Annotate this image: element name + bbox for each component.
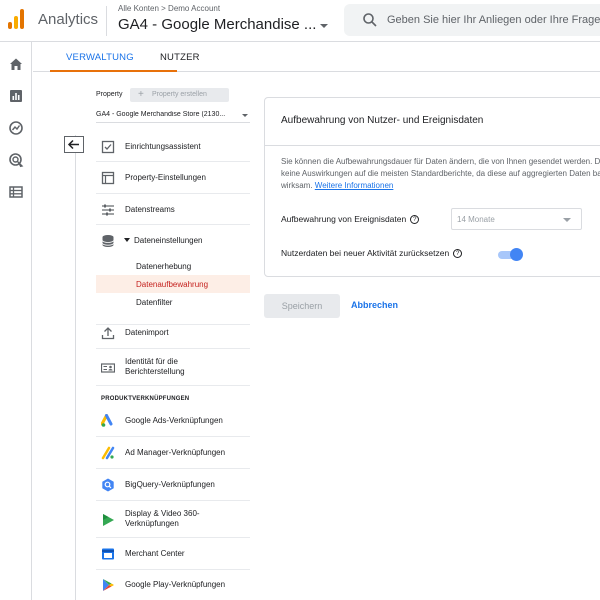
nav-item-label: Datenstreams: [125, 205, 175, 214]
google-ads-icon: [101, 414, 113, 427]
arrow-left-icon: [67, 139, 79, 150]
explore-icon[interactable]: [8, 120, 24, 136]
admin-tabs: VERWALTUNG NUTZER: [33, 42, 600, 72]
sub-item-data-retention[interactable]: Datenaufbewahrung: [136, 280, 208, 289]
event-retention-row: Aufbewahrung von Ereignisdaten?: [281, 214, 420, 225]
nav-item-label: BigQuery-Verknüpfungen: [125, 480, 215, 489]
nav-item-data-streams[interactable]: Datenstreams: [96, 194, 250, 225]
event-retention-value: 14 Monate: [457, 215, 495, 224]
reset-user-data-row: Nutzerdaten bei neuer Aktivität zurückse…: [281, 248, 463, 259]
reset-user-data-label: Nutzerdaten bei neuer Aktivität zurückse…: [281, 248, 450, 258]
app-name[interactable]: Analytics: [38, 11, 98, 28]
description-line-1: Sie können die Aufbewahrungsdauer für Da…: [281, 157, 600, 166]
ad-manager-icon: [101, 446, 115, 460]
header-divider: [106, 6, 107, 36]
streams-icon: [102, 204, 114, 216]
reset-user-data-toggle[interactable]: [498, 248, 524, 261]
nav-item-dv360-links[interactable]: Display & Video 360-Verknüpfungen: [96, 501, 250, 538]
property-label: Property: [96, 91, 123, 98]
nav-item-reporting-identity[interactable]: Identität für die Berichterstellung: [96, 349, 250, 386]
merchant-center-icon: [102, 548, 114, 560]
property-title[interactable]: GA4 - Google Merchandise ...: [118, 16, 316, 33]
save-button[interactable]: Speichern: [264, 294, 340, 318]
analytics-logo-icon[interactable]: [6, 9, 26, 29]
nav-item-data-import[interactable]: Datenimport: [96, 317, 250, 349]
configure-icon[interactable]: [8, 184, 24, 200]
dv360-icon: [103, 514, 114, 526]
nav-item-label: Google Play-Verknüpfungen: [125, 580, 226, 589]
settings-page-icon: [101, 171, 115, 185]
reports-icon[interactable]: [8, 88, 24, 104]
search-icon: [363, 13, 377, 27]
chevron-down-icon: [563, 218, 571, 222]
nav-item-property-settings[interactable]: Property-Einstellungen: [96, 162, 250, 194]
nav-item-label: Property-Einstellungen: [125, 173, 206, 182]
identity-icon: [101, 363, 115, 373]
nav-item-label: Dateneinstellungen: [134, 236, 203, 245]
advertising-icon[interactable]: [8, 152, 24, 168]
search-placeholder: Geben Sie hier Ihr Anliegen oder Ihre Fr…: [387, 14, 600, 26]
chevron-down-icon: [242, 114, 248, 117]
back-button[interactable]: [64, 136, 84, 153]
search-input[interactable]: Geben Sie hier Ihr Anliegen oder Ihre Fr…: [344, 4, 600, 36]
help-icon[interactable]: ?: [410, 215, 420, 225]
toggle-knob: [510, 248, 523, 261]
nav-divider-line: [75, 135, 76, 600]
nav-item-label: Google Ads-Verknüpfungen: [125, 416, 223, 425]
section-heading: PRODUKTVERKNÜPFUNGEN: [101, 396, 190, 402]
nav-item-ad-manager-links[interactable]: Ad Manager-Verknüpfungen: [96, 437, 250, 469]
event-retention-select[interactable]: 14 Monate: [451, 208, 582, 230]
create-property-button[interactable]: + Property erstellen: [130, 88, 229, 102]
more-info-link[interactable]: Weitere Informationen: [315, 181, 394, 190]
caret-down-icon: [124, 238, 130, 242]
event-retention-label: Aufbewahrung von Ereignisdaten: [281, 214, 407, 224]
nav-item-label: Ad Manager-Verknüpfungen: [125, 448, 226, 457]
tab-nutzer[interactable]: NUTZER: [160, 52, 200, 63]
description-line-3: wirksam.: [281, 181, 313, 190]
nav-item-google-ads-links[interactable]: Google Ads-Verknüpfungen: [96, 405, 250, 437]
nav-item-label: Datenimport: [125, 328, 169, 337]
google-play-icon: [103, 579, 114, 591]
bigquery-icon: [102, 478, 114, 492]
left-rail: [0, 42, 32, 600]
chevron-down-icon[interactable]: [320, 24, 328, 28]
top-bar: Analytics Alle Konten > Demo Account GA4…: [0, 0, 600, 42]
admin-nav: Property + Property erstellen GA4 - Goog…: [33, 73, 263, 600]
active-tab-indicator: [50, 70, 177, 72]
checklist-icon: [101, 140, 115, 154]
card-description: Sie können die Aufbewahrungsdauer für Da…: [281, 156, 600, 192]
description-line-2: keine Auswirkungen auf die meisten Stand…: [281, 169, 600, 178]
nav-item-setup-assistant[interactable]: Einrichtungsassistent: [96, 132, 250, 162]
nav-item-label: Merchant Center: [125, 549, 185, 558]
create-property-label: Property erstellen: [152, 91, 207, 98]
tab-verwaltung[interactable]: VERWALTUNG: [66, 52, 134, 63]
plus-icon: +: [138, 89, 144, 100]
sub-item-data-filters[interactable]: Datenfilter: [136, 298, 172, 307]
help-icon[interactable]: ?: [453, 249, 463, 259]
database-icon: [102, 235, 114, 247]
nav-item-label: Display & Video 360-Verknüpfungen: [125, 509, 200, 528]
home-icon[interactable]: [8, 56, 24, 72]
nav-item-google-play-links[interactable]: Google Play-Verknüpfungen: [96, 570, 250, 600]
property-select-value: GA4 - Google Merchandise Store (2130...: [96, 111, 226, 118]
nav-item-label: Einrichtungsassistent: [125, 142, 201, 151]
nav-item-merchant-center[interactable]: Merchant Center: [96, 538, 250, 570]
sub-item-data-collection[interactable]: Datenerhebung: [136, 262, 191, 271]
card-divider: [265, 145, 600, 146]
nav-item-label: Identität für die Berichterstellung: [125, 357, 185, 376]
breadcrumb[interactable]: Alle Konten > Demo Account: [118, 4, 220, 13]
cancel-button[interactable]: Abbrechen: [351, 300, 398, 310]
nav-item-bigquery-links[interactable]: BigQuery-Verknüpfungen: [96, 469, 250, 501]
upload-icon: [101, 327, 115, 340]
data-retention-card: Aufbewahrung von Nutzer- und Ereignisdat…: [264, 97, 600, 277]
property-select[interactable]: GA4 - Google Merchandise Store (2130...: [96, 109, 250, 123]
card-title: Aufbewahrung von Nutzer- und Ereignisdat…: [281, 115, 484, 126]
